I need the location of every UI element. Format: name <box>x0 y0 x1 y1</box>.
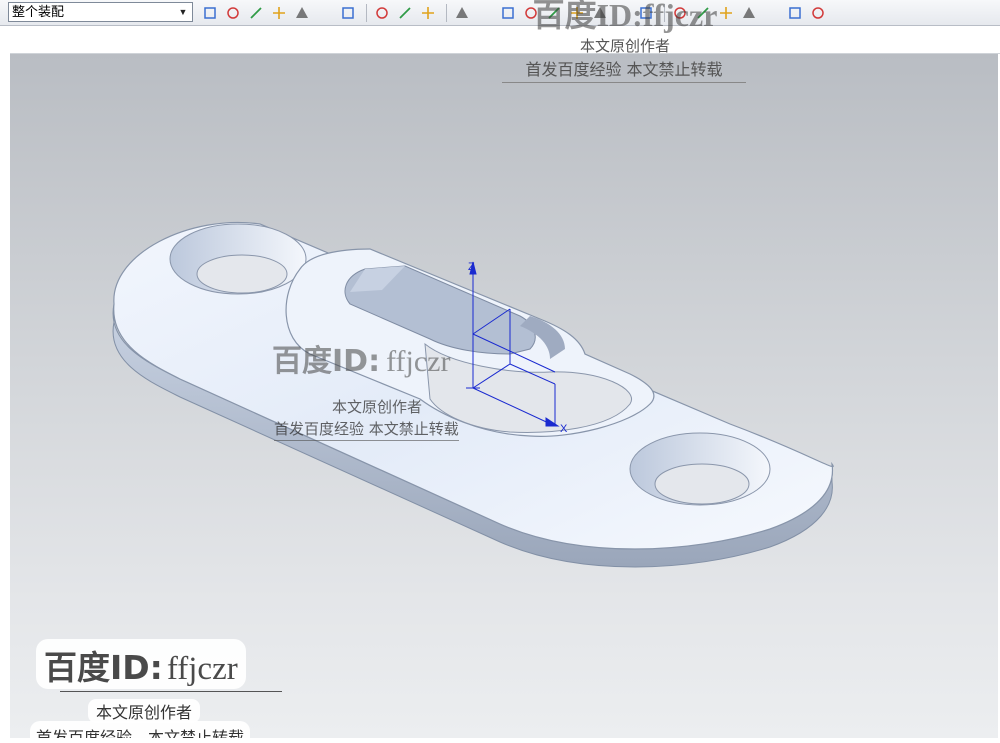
line-icon[interactable] <box>452 3 472 23</box>
watermark-top-id-prefix: 百度ID: <box>532 0 643 33</box>
toolbar-separator <box>366 4 367 22</box>
watermark-center-line2: 首发百度经验 本文禁止转载 <box>274 418 459 441</box>
constraint-icon[interactable] <box>338 3 358 23</box>
watermark-center-id-suffix: ffjczr <box>386 345 451 378</box>
watermark-bl-line1: 本文原创作者 <box>88 699 201 723</box>
sketch-icon[interactable] <box>475 3 495 23</box>
move-icon[interactable] <box>223 3 243 23</box>
watermark-bottom-left: 百度ID: ffjczr 本文原创作者 首发百度经验，本文禁止转载 <box>30 639 292 738</box>
watermark-center-line1: 本文原创作者 <box>332 398 423 416</box>
camera-icon[interactable] <box>808 3 828 23</box>
filter-icon[interactable] <box>200 3 220 23</box>
left-countersink-hole[interactable] <box>169 223 307 295</box>
target-icon[interactable] <box>315 3 335 23</box>
watermark-top-line1: 本文原创作者 <box>579 37 670 55</box>
graphics-viewport[interactable]: Z X 百度ID: ffjczr 本文原创作者 首发百度经验 本文禁止转载 百度I… <box>10 54 998 738</box>
app-window: 整个装配 ▼ Z X 百度ID: ffjczr 本文原创作者 首发百度经验 本文… <box>0 0 1000 743</box>
axis-x-label: X <box>560 423 568 435</box>
layer-icon[interactable] <box>785 3 805 23</box>
assembly-scope-dropdown[interactable]: 整个装配 ▼ <box>8 2 193 22</box>
watermark-top-line2: 首发百度经验 本文禁止转载 <box>502 56 746 83</box>
watermark-bl-rule <box>60 691 282 692</box>
watermark-bl-line2: 首发百度经验，本文禁止转载 <box>30 721 251 738</box>
assembly-scope-value: 整个装配 <box>12 4 65 19</box>
right-countersink-hole[interactable] <box>629 432 771 506</box>
watermark-bl-id: 百度ID: ffjczr <box>36 639 246 689</box>
plus-icon[interactable] <box>269 3 289 23</box>
component-icon[interactable] <box>418 3 438 23</box>
render-style-icon[interactable] <box>762 3 782 23</box>
render-icon[interactable] <box>372 3 392 23</box>
axis-z-label: Z <box>468 261 475 273</box>
point-icon[interactable] <box>292 3 312 23</box>
cube-icon[interactable] <box>395 3 415 23</box>
watermark-center-id-prefix: 百度ID: <box>272 344 381 379</box>
watermark-top-id-suffix: ffjczr <box>642 0 718 33</box>
watermark-center: 百度ID: ffjczr 本文原创作者 首发百度经验 本文禁止转载 <box>272 336 522 446</box>
toolbar-separator <box>446 4 447 22</box>
watermark-center-id: 百度ID: ffjczr <box>272 336 512 380</box>
bottom-border <box>0 738 1000 743</box>
watermark-bl-id-suffix: ffjczr <box>166 651 238 687</box>
watermark-top: 百度ID:ffjczr 本文原创作者 首发百度经验 本文禁止转载 <box>500 0 750 83</box>
chevron-down-icon: ▼ <box>178 7 188 17</box>
left-border <box>0 26 10 743</box>
watermark-top-id: 百度ID:ffjczr <box>500 0 750 36</box>
watermark-bl-id-prefix: 百度ID: <box>44 648 163 687</box>
snap-icon[interactable] <box>246 3 266 23</box>
